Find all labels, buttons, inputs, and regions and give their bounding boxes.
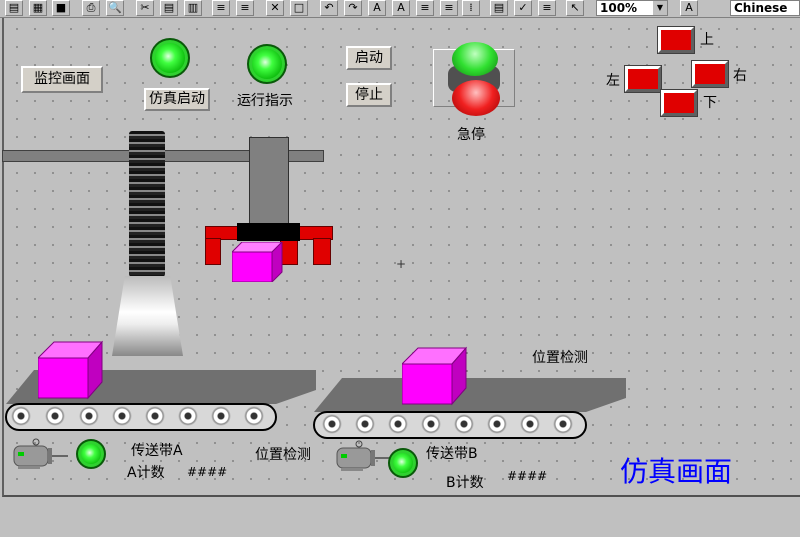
- red-cap-icon: [452, 80, 500, 116]
- list-icon[interactable]: ≡: [416, 0, 434, 16]
- sim-start-lamp: [150, 38, 190, 78]
- down-label: 下: [703, 95, 717, 111]
- cursor-cross-icon: +: [396, 257, 407, 271]
- gripped-box: [232, 242, 283, 282]
- count-b-label: B计数: [446, 475, 484, 491]
- gripper-finger: [313, 238, 331, 265]
- font-up-icon[interactable]: A: [392, 0, 410, 16]
- align-icon[interactable]: ≡: [212, 0, 230, 16]
- pointer-icon[interactable]: ↖: [566, 0, 584, 16]
- paint-icon[interactable]: ▦: [29, 0, 47, 16]
- redo-icon[interactable]: ↷: [344, 0, 362, 16]
- font-size-icon[interactable]: A: [368, 0, 386, 16]
- spring-column: [129, 131, 165, 277]
- up-indicator: [657, 26, 695, 54]
- roller-icon: [244, 406, 264, 426]
- roller-icon: [178, 406, 198, 426]
- tools-icon[interactable]: ✕: [266, 0, 284, 16]
- stop-button[interactable]: 停止: [346, 83, 392, 107]
- estop-label: 急停: [457, 127, 485, 143]
- copy-icon[interactable]: ▤: [5, 0, 23, 16]
- toolbar: ▤ ▦ ■ ⎙ 🔍 ✂ ▤ ▥ ≡ ≡ ✕ □ ↶ ↷ A A ≡ ≡ ⁞ ▤ ✓ ≡ ↖ A 100% ▼ Chinese: [0, 0, 800, 18]
- roller-icon: [520, 414, 540, 434]
- undo-icon[interactable]: ↶: [320, 0, 338, 16]
- roller-icon: [112, 406, 132, 426]
- screen-title: 仿真画面: [620, 455, 733, 488]
- grid-icon[interactable]: ⁞: [462, 0, 480, 16]
- list2-icon[interactable]: ≡: [440, 0, 458, 16]
- start-button[interactable]: 启动: [346, 46, 392, 70]
- position-sensor-label: 位置检测: [532, 350, 588, 366]
- up-label: 上: [700, 32, 714, 48]
- count-a-value: ####: [187, 465, 228, 479]
- print-icon[interactable]: ⎙: [82, 0, 100, 16]
- language-value: Chinese: [734, 1, 788, 15]
- roller-icon: [45, 406, 65, 426]
- gripper-head: [237, 223, 300, 241]
- belt-b-label: 传送带B: [426, 446, 478, 462]
- motor-a-icon: [13, 438, 68, 469]
- roller-icon: [388, 414, 408, 434]
- roller-icon: [145, 406, 165, 426]
- frame-icon[interactable]: □: [290, 0, 308, 16]
- box-a: [38, 340, 104, 400]
- right-label: 右: [733, 68, 747, 84]
- monitor-screen-button[interactable]: 监控画面: [21, 66, 103, 93]
- chevron-down-icon[interactable]: ▼: [653, 1, 667, 15]
- roller-icon: [355, 414, 375, 434]
- roller-icon: [487, 414, 507, 434]
- gripper-arm: [249, 137, 289, 225]
- font-icon[interactable]: A: [680, 0, 698, 16]
- paste2-icon[interactable]: ▥: [184, 0, 202, 16]
- zoom-value: 100%: [600, 1, 638, 15]
- belt-a-label: 传送带A: [131, 443, 183, 459]
- position-sensor-label: 位置检测: [255, 447, 311, 463]
- left-label: 左: [606, 73, 620, 89]
- zoom-select[interactable]: 100% ▼: [596, 0, 668, 16]
- roller-icon: [421, 414, 441, 434]
- page-icon[interactable]: ▤: [490, 0, 508, 16]
- roller-icon: [322, 414, 342, 434]
- save-icon[interactable]: ■: [52, 0, 70, 16]
- belt-a-lamp: [76, 439, 106, 469]
- roller-icon: [11, 406, 31, 426]
- motor-b-icon: [336, 440, 391, 471]
- belt-b-lamp: [388, 448, 418, 478]
- preview-icon[interactable]: 🔍: [106, 0, 124, 16]
- box-b: [402, 346, 468, 406]
- cut-icon[interactable]: ✂: [136, 0, 154, 16]
- roller-icon: [553, 414, 573, 434]
- language-select[interactable]: Chinese: [730, 0, 800, 16]
- roller-icon: [211, 406, 231, 426]
- down-indicator: [660, 89, 698, 117]
- run-indicator-lamp: [247, 44, 287, 84]
- left-indicator: [624, 65, 662, 93]
- sort-icon[interactable]: ≡: [538, 0, 556, 16]
- roller-icon: [454, 414, 474, 434]
- run-indicator-label: 运行指示: [237, 93, 293, 109]
- align2-icon[interactable]: ≡: [236, 0, 254, 16]
- check-icon[interactable]: ✓: [514, 0, 532, 16]
- emergency-stop-button[interactable]: [433, 42, 515, 116]
- sim-start-button[interactable]: 仿真启动: [144, 88, 210, 111]
- paste-icon[interactable]: ▤: [160, 0, 178, 16]
- roller-icon: [79, 406, 99, 426]
- green-cap-icon: [452, 42, 498, 76]
- right-indicator: [691, 60, 729, 88]
- count-b-value: ####: [507, 469, 548, 483]
- count-a-label: A计数: [127, 465, 165, 481]
- gripper-finger: [205, 238, 221, 265]
